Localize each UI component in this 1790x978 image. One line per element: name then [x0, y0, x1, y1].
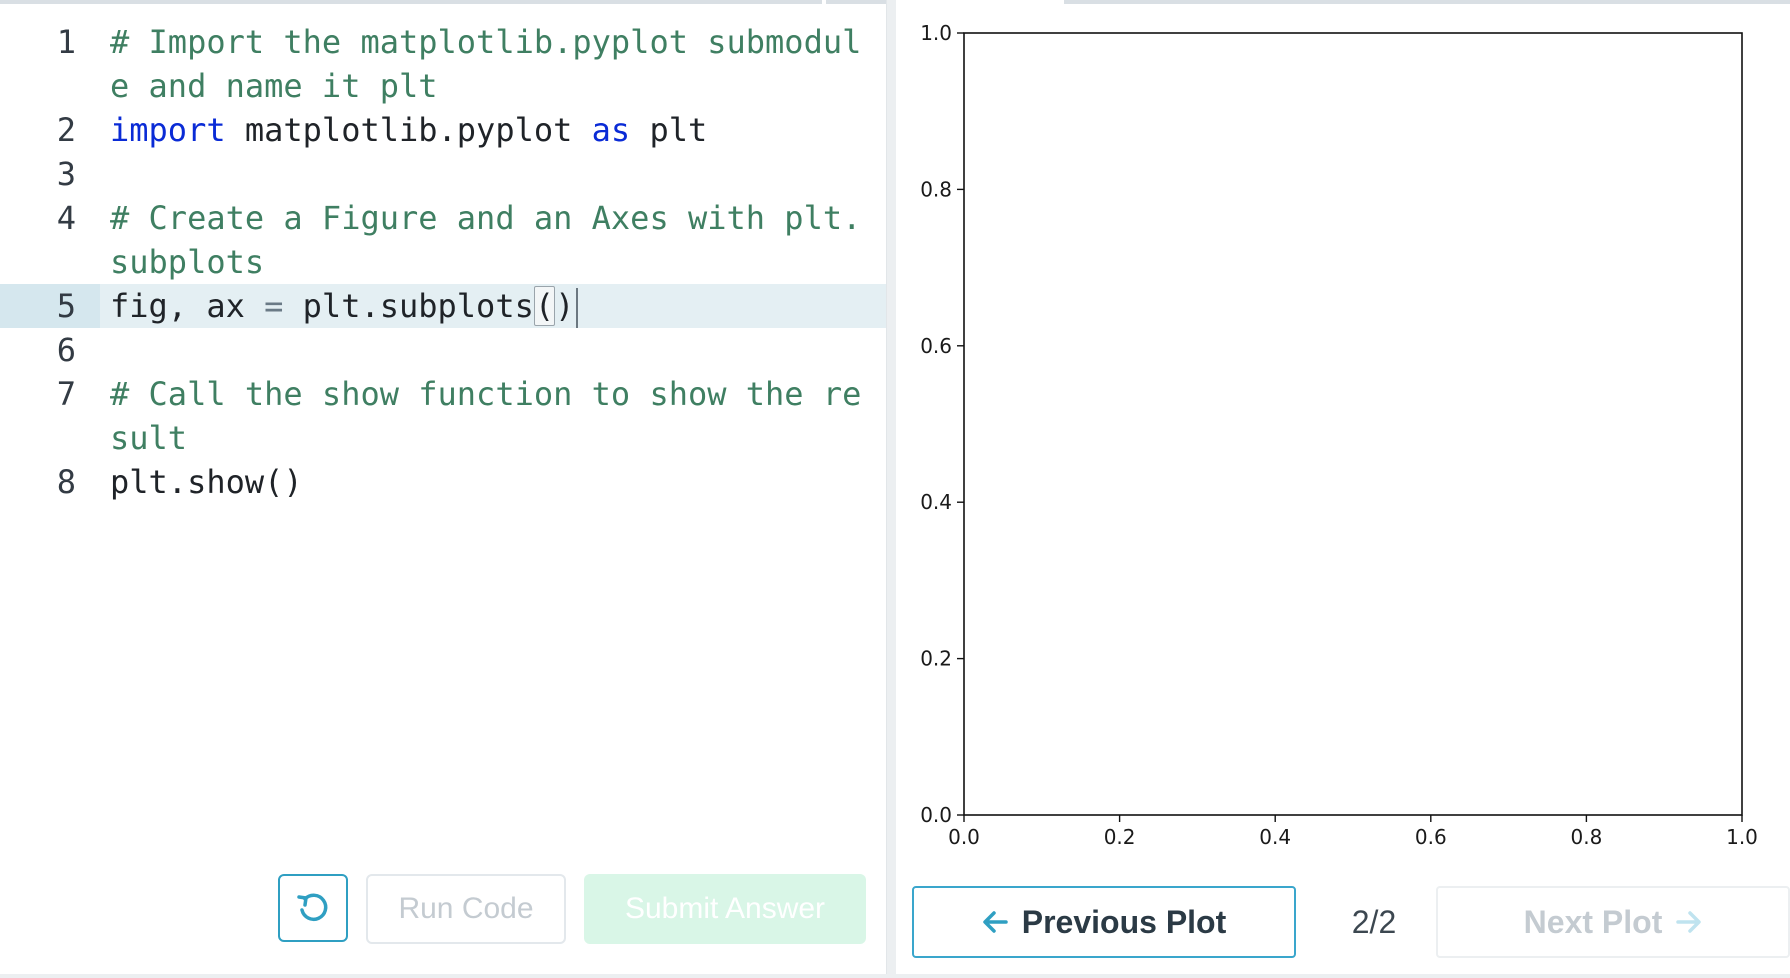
- code-line[interactable]: 6: [0, 328, 886, 372]
- code-token: ): [555, 287, 575, 325]
- code-text: fig, ax = plt.subplots(): [110, 284, 870, 328]
- code-text: # Call the show function to show the res…: [110, 372, 870, 460]
- code-token: =: [264, 287, 284, 325]
- code-token: plt.subplots: [283, 287, 534, 325]
- x-tick-label: 0.6: [1415, 825, 1447, 849]
- line-number: 6: [56, 331, 76, 369]
- y-tick-label: 0.8: [920, 177, 952, 201]
- code-line[interactable]: 2 import matplotlib.pyplot as plt: [0, 108, 886, 152]
- x-tick-label: 0.2: [1104, 825, 1136, 849]
- text-cursor: [576, 288, 579, 328]
- line-number: 7: [56, 375, 76, 413]
- plot-pane: 0.0 0.2 0.4 0.6 0.8 1.0 0.0 0.2 0.4 0.6 0.8 1.0 Pre…: [896, 0, 1790, 974]
- arrow-left-icon: [983, 911, 1008, 933]
- code-token: as: [591, 111, 631, 149]
- code-token: # Import the matplotlib.pyplot submodule…: [110, 23, 862, 105]
- previous-plot-button[interactable]: Previous Plot: [912, 886, 1296, 958]
- plot-chart: 0.0 0.2 0.4 0.6 0.8 1.0 0.0 0.2 0.4 0.6 0.8 1.0: [920, 21, 1758, 849]
- code-text: import matplotlib.pyplot as plt: [110, 108, 870, 152]
- reset-icon: [297, 893, 328, 922]
- code-token: plt: [630, 111, 708, 149]
- code-line[interactable]: 8 plt.show(): [0, 460, 886, 504]
- line-number: 8: [56, 463, 76, 501]
- y-tick-label: 0.2: [920, 647, 952, 671]
- code-token: fig, ax: [110, 287, 265, 325]
- plot-navigation: Previous Plot 2/2 Next Plot: [912, 886, 1790, 958]
- code-line[interactable]: 3: [0, 152, 886, 196]
- x-tick-label: 1.0: [1726, 825, 1758, 849]
- reset-button[interactable]: [278, 874, 348, 942]
- line-number: 4: [56, 199, 76, 237]
- run-code-button[interactable]: Run Code: [366, 874, 566, 944]
- editor-top-bar: [0, 0, 886, 4]
- code-text: plt.show(): [110, 460, 870, 504]
- x-tick-label: 0.0: [948, 825, 980, 849]
- code-line[interactable]: 7 # Call the show function to show the re…: [0, 372, 886, 460]
- code-token: import: [110, 111, 226, 149]
- x-tick-label: 0.8: [1570, 825, 1602, 849]
- next-plot-label: Next Plot: [1523, 903, 1663, 940]
- arrow-right-icon: [1676, 911, 1702, 933]
- axes-frame: [963, 32, 1743, 816]
- code-line[interactable]: 1 # Import the matplotlib.pyplot submodul…: [0, 20, 886, 108]
- code-token: # Create a Figure and an Axes with plt.s…: [110, 199, 862, 281]
- y-tick-label: 0.0: [920, 803, 952, 827]
- code-token: matplotlib.pyplot: [225, 111, 592, 149]
- y-tick-label: 1.0: [920, 21, 952, 45]
- line-number: 1: [56, 23, 76, 61]
- code-text: # Create a Figure and an Axes with plt.s…: [110, 196, 870, 284]
- line-number: 2: [56, 111, 76, 149]
- code-line[interactable]: 4 # Create a Figure and an Axes with plt.…: [0, 196, 886, 284]
- code-token: # Call the show function to show the res…: [110, 375, 862, 457]
- code-editor[interactable]: 1 # Import the matplotlib.pyplot submodul…: [0, 20, 886, 504]
- code-editor-pane: 1 # Import the matplotlib.pyplot submodul…: [0, 0, 887, 974]
- line-number: 3: [56, 155, 76, 193]
- x-tick-label: 0.4: [1259, 825, 1291, 849]
- code-token: (: [533, 286, 556, 326]
- plot-page-counter: 2/2: [1351, 903, 1397, 940]
- previous-plot-label: Previous Plot: [1021, 903, 1227, 940]
- code-token: plt.show(): [110, 463, 303, 501]
- next-plot-button[interactable]: Next Plot: [1436, 886, 1790, 958]
- code-text: # Import the matplotlib.pyplot submodule…: [110, 20, 870, 108]
- submit-answer-button[interactable]: Submit Answer: [584, 874, 866, 944]
- line-number: 5: [0, 284, 100, 328]
- code-line[interactable]: 5 fig, ax = plt.subplots(): [0, 284, 886, 328]
- y-tick-label: 0.4: [920, 490, 952, 514]
- y-tick-label: 0.6: [920, 334, 952, 358]
